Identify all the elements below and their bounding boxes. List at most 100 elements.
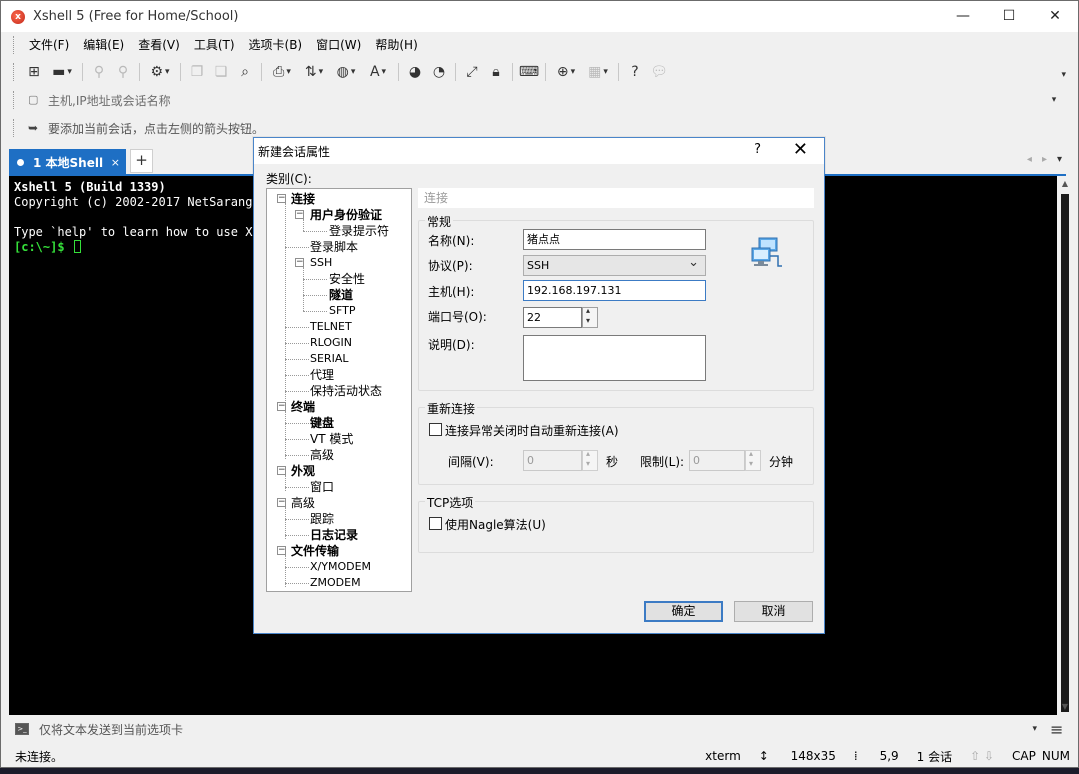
tree-item-telnet[interactable]: TELNET bbox=[310, 319, 352, 335]
new-session-properties-dialog: 新建会话属性 ? ✕ 类别(C): − − − − − − − 连接 用户身份验… bbox=[253, 137, 825, 634]
scroll-up-icon[interactable]: ▲ bbox=[1057, 176, 1073, 192]
tree-item-vt-modes[interactable]: VT 模式 bbox=[310, 431, 353, 447]
tree-item-trace[interactable]: 跟踪 bbox=[310, 511, 334, 527]
font-icon[interactable]: A bbox=[363, 61, 393, 83]
tree-item-tunneling[interactable]: 隧道 bbox=[329, 287, 353, 303]
copy-icon[interactable]: ❐ bbox=[186, 61, 208, 83]
tree-item-keep-alive[interactable]: 保持活动状态 bbox=[310, 383, 382, 399]
add-tab-button[interactable]: + bbox=[130, 149, 153, 173]
tree-item-appearance[interactable]: 外观 bbox=[291, 463, 315, 479]
tree-item-login-scripts[interactable]: 登录脚本 bbox=[310, 239, 358, 255]
address-bar: ▢ 主机,IP地址或会话名称 ▾ bbox=[9, 88, 1066, 112]
tree-collapse-icon[interactable]: − bbox=[295, 258, 304, 267]
help-icon[interactable]: ? bbox=[624, 61, 646, 83]
scroll-down-icon[interactable]: ▼ bbox=[1057, 699, 1073, 715]
keyboard-icon[interactable]: ⌨ bbox=[518, 61, 540, 83]
globe-icon[interactable]: ◍ bbox=[331, 61, 361, 83]
tree-item-authentication[interactable]: 用户身份验证 bbox=[310, 207, 382, 223]
menu-tabs[interactable]: 选项卡(B) bbox=[242, 36, 310, 53]
tab-close-icon[interactable]: × bbox=[111, 156, 120, 169]
tree-item-file-transfer[interactable]: 文件传输 bbox=[291, 543, 339, 559]
dialog-close-button[interactable]: ✕ bbox=[793, 139, 808, 160]
tree-item-security[interactable]: 安全性 bbox=[329, 271, 365, 287]
open-folder-icon[interactable]: ▬ bbox=[47, 61, 77, 83]
new-session-icon[interactable]: ⊞ bbox=[23, 61, 45, 83]
transfer-icon[interactable]: ⇅ bbox=[299, 61, 329, 83]
find-icon[interactable]: ⌕ bbox=[234, 61, 256, 83]
properties-icon[interactable]: ⚙ bbox=[145, 61, 175, 83]
tree-collapse-icon[interactable]: − bbox=[277, 498, 286, 507]
chat-icon[interactable]: 💬︎ bbox=[648, 61, 670, 83]
tree-item-connection[interactable]: 连接 bbox=[291, 191, 315, 207]
cancel-button[interactable]: 取消 bbox=[734, 601, 813, 622]
tree-item-rlogin[interactable]: RLOGIN bbox=[310, 335, 352, 351]
port-input[interactable]: 22 bbox=[523, 307, 582, 328]
tab-local-shell[interactable]: 1 本地Shell × bbox=[9, 149, 126, 176]
maximize-button[interactable]: ☐ bbox=[986, 1, 1032, 32]
nagle-checkbox[interactable] bbox=[429, 517, 442, 530]
new-tab-icon[interactable]: ⊕ bbox=[551, 61, 581, 83]
tree-item-sftp[interactable]: SFTP bbox=[329, 303, 355, 319]
dialog-help-button[interactable]: ? bbox=[754, 142, 761, 157]
menu-window[interactable]: 窗口(W) bbox=[309, 36, 368, 53]
scroll-thumb[interactable] bbox=[1061, 194, 1069, 712]
compose-terminal-icon: >_ bbox=[15, 723, 29, 735]
terminal-scrollbar[interactable]: ▲ ▼ bbox=[1057, 176, 1073, 715]
lock-icon[interactable]: 🔒︎ bbox=[485, 61, 507, 83]
tree-collapse-icon[interactable]: − bbox=[295, 210, 304, 219]
tree-item-logging[interactable]: 日志记录 bbox=[310, 527, 358, 543]
connect-icon[interactable]: ⚲ bbox=[88, 61, 110, 83]
menu-help[interactable]: 帮助(H) bbox=[368, 36, 424, 53]
address-input[interactable]: ▢ 主机,IP地址或会话名称 bbox=[22, 89, 1042, 111]
compose-dropdown-icon[interactable]: ▾ bbox=[1032, 724, 1037, 734]
tree-item-proxy[interactable]: 代理 bbox=[310, 367, 334, 383]
menu-edit[interactable]: 编辑(E) bbox=[76, 36, 131, 53]
menu-file[interactable]: 文件(F) bbox=[22, 36, 76, 53]
limit-spinner[interactable] bbox=[745, 449, 761, 471]
disconnect-icon[interactable]: ⚲ bbox=[112, 61, 134, 83]
xftp-icon[interactable]: ◕ bbox=[404, 61, 426, 83]
tab-list-icon[interactable]: ▾ bbox=[1057, 154, 1062, 165]
tree-collapse-icon[interactable]: − bbox=[277, 194, 286, 203]
host-input[interactable]: 192.168.197.131 bbox=[523, 280, 706, 301]
protocol-select[interactable]: SSH bbox=[523, 253, 706, 276]
xmanager-icon[interactable]: ◔ bbox=[428, 61, 450, 83]
tree-item-advanced[interactable]: 高级 bbox=[291, 495, 315, 511]
menu-tools[interactable]: 工具(T) bbox=[187, 36, 242, 53]
name-input[interactable]: 猪点点 bbox=[523, 229, 706, 250]
panel-title: 连接 bbox=[418, 188, 814, 208]
tree-item-serial[interactable]: SERIAL bbox=[310, 351, 348, 367]
tree-item-keyboard[interactable]: 键盘 bbox=[310, 415, 334, 431]
ok-button[interactable]: 确定 bbox=[644, 601, 723, 622]
tree-item-terminal-advanced[interactable]: 高级 bbox=[310, 447, 334, 463]
interval-spinner[interactable] bbox=[582, 449, 598, 471]
minimize-button[interactable]: — bbox=[940, 1, 986, 32]
compose-bar[interactable]: >_ 仅将文本发送到当前选项卡 ▾ bbox=[9, 717, 1043, 741]
tab-prev-icon[interactable]: ◂ bbox=[1027, 154, 1032, 165]
print-icon[interactable]: ⎙ bbox=[267, 61, 297, 83]
fullscreen-icon[interactable]: ⤢ bbox=[461, 61, 483, 83]
description-textarea[interactable] bbox=[523, 335, 706, 381]
tree-collapse-icon[interactable]: − bbox=[277, 402, 286, 411]
port-spinner[interactable] bbox=[582, 306, 598, 328]
menu-view[interactable]: 查看(V) bbox=[131, 36, 187, 53]
limit-input[interactable]: 0 bbox=[689, 450, 745, 471]
tree-item-terminal[interactable]: 终端 bbox=[291, 399, 315, 415]
paste-icon[interactable]: ❏ bbox=[210, 61, 232, 83]
tree-item-login-prompts[interactable]: 登录提示符 bbox=[329, 223, 389, 239]
interval-input[interactable]: 0 bbox=[523, 450, 582, 471]
tree-collapse-icon[interactable]: − bbox=[277, 546, 286, 555]
tree-item-window[interactable]: 窗口 bbox=[310, 479, 334, 495]
tree-item-zmodem[interactable]: ZMODEM bbox=[310, 575, 361, 591]
tree-item-ssh[interactable]: SSH bbox=[310, 255, 332, 271]
tile-icon[interactable]: ▦ bbox=[583, 61, 613, 83]
tab-next-icon[interactable]: ▸ bbox=[1042, 154, 1047, 165]
compose-menu-icon[interactable]: ≡ bbox=[1050, 720, 1063, 739]
tree-item-xymodem[interactable]: X/YMODEM bbox=[310, 559, 371, 575]
auto-reconnect-checkbox[interactable] bbox=[429, 423, 442, 436]
address-dropdown-icon[interactable]: ▾ bbox=[1042, 95, 1066, 105]
add-session-arrow-icon[interactable]: ➥ bbox=[28, 121, 42, 135]
tree-collapse-icon[interactable]: − bbox=[277, 466, 286, 475]
close-window-button[interactable]: ✕ bbox=[1032, 1, 1078, 32]
toolbar-overflow-icon[interactable]: ▾ bbox=[1061, 70, 1066, 80]
